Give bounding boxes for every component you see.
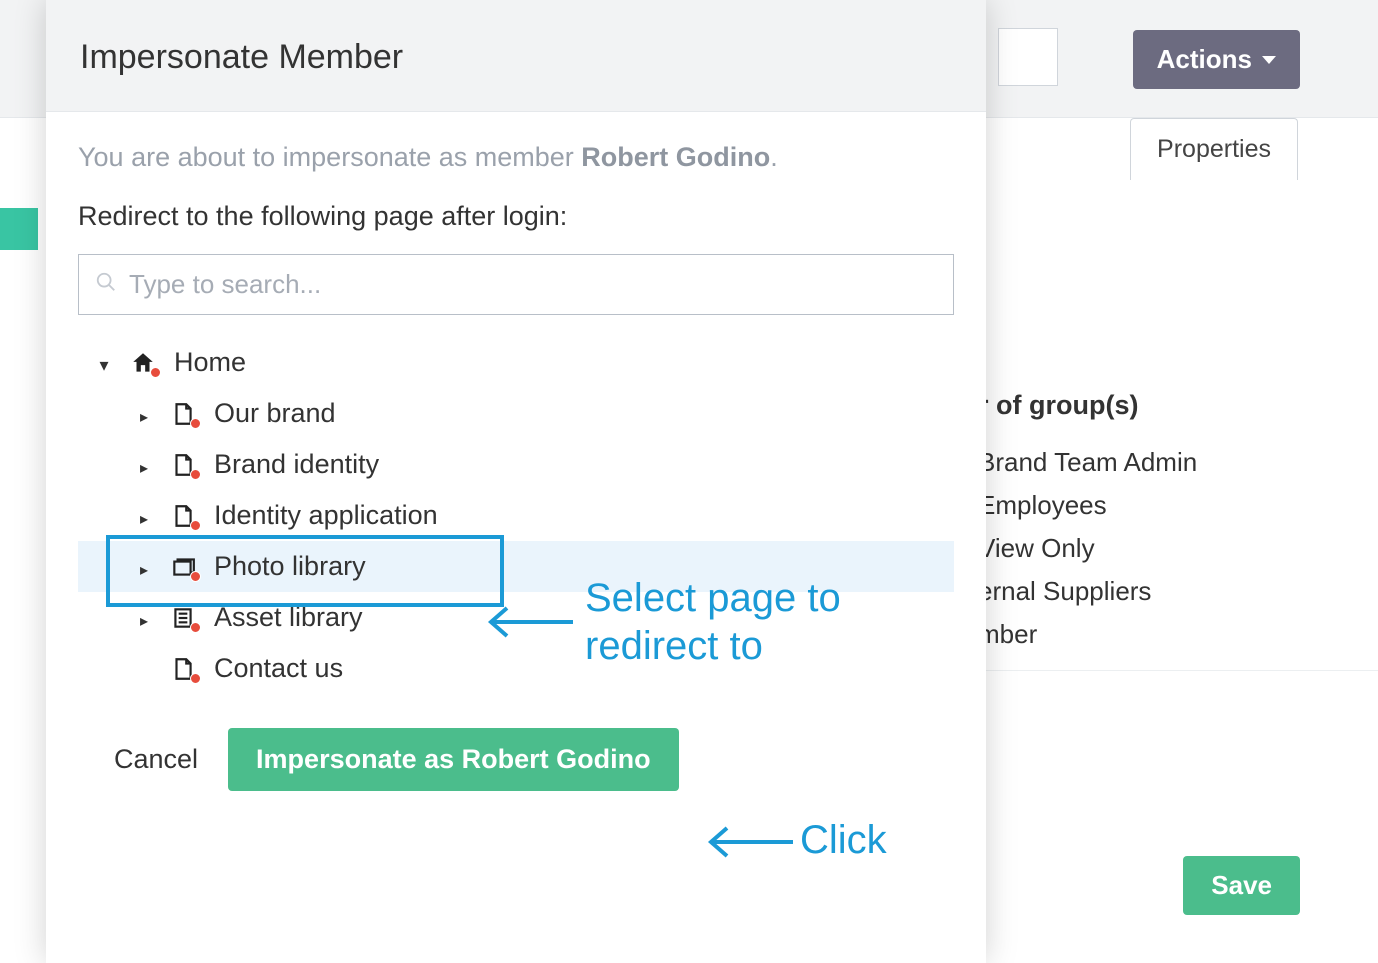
groups-panel: r of group(s) Brand Team Admin Employees… — [978, 390, 1378, 671]
restricted-badge-icon — [150, 367, 161, 378]
redirect-label: Redirect to the following page after log… — [78, 201, 954, 232]
restricted-badge-icon — [190, 622, 201, 633]
tree-node-label: Our brand — [214, 398, 336, 429]
page-icon — [168, 452, 198, 478]
group-item: View Only — [978, 527, 1378, 570]
tree-node-label: Brand identity — [214, 449, 379, 480]
restricted-badge-icon — [190, 571, 201, 582]
tree-node-home[interactable]: Home — [78, 337, 954, 388]
search-input[interactable] — [129, 269, 937, 300]
save-button[interactable]: Save — [1183, 856, 1300, 915]
header-input-fragment — [998, 28, 1058, 86]
group-list: Brand Team Admin Employees View Only ern… — [978, 441, 1378, 671]
arrow-left-icon — [705, 822, 795, 862]
tree-node-label: Home — [174, 347, 246, 378]
modal-footer: Cancel Impersonate as Robert Godino — [78, 708, 954, 791]
save-button-label: Save — [1211, 870, 1272, 900]
asset-library-icon — [168, 605, 198, 631]
intro-text: You are about to impersonate as member R… — [78, 142, 954, 173]
arrow-left-icon — [485, 602, 575, 642]
chevron-down-icon — [1262, 56, 1276, 64]
annotation-select-page: Select page to redirect to — [585, 574, 965, 670]
group-item: Employees — [978, 484, 1378, 527]
search-icon — [95, 271, 117, 298]
group-item: mber — [978, 613, 1378, 656]
restricted-badge-icon — [190, 520, 201, 531]
restricted-badge-icon — [190, 469, 201, 480]
library-icon — [168, 554, 198, 580]
tree-node-identity-application[interactable]: Identity application — [78, 490, 954, 541]
page-icon — [168, 656, 198, 682]
toggle-icon[interactable] — [136, 551, 152, 582]
toggle-icon[interactable] — [136, 602, 152, 633]
tree-node-label: Identity application — [214, 500, 438, 531]
groups-title: r of group(s) — [978, 390, 1378, 421]
actions-button-label: Actions — [1157, 44, 1252, 75]
tree-node-brand-identity[interactable]: Brand identity — [78, 439, 954, 490]
toggle-icon[interactable] — [136, 449, 152, 480]
toggle-icon[interactable] — [96, 347, 112, 378]
sidebar-accent — [0, 208, 38, 250]
tree-node-label: Contact us — [214, 653, 343, 684]
modal-header: Impersonate Member — [46, 0, 986, 112]
home-icon — [128, 350, 158, 376]
search-box[interactable] — [78, 254, 954, 315]
page-icon — [168, 503, 198, 529]
toggle-icon[interactable] — [136, 398, 152, 429]
group-item: ernal Suppliers — [978, 570, 1378, 613]
intro-prefix: You are about to impersonate as member — [78, 142, 581, 172]
intro-suffix: . — [770, 142, 778, 172]
tree-node-our-brand[interactable]: Our brand — [78, 388, 954, 439]
cancel-button[interactable]: Cancel — [114, 744, 198, 775]
toggle-icon[interactable] — [136, 500, 152, 531]
restricted-badge-icon — [190, 418, 201, 429]
page-icon — [168, 401, 198, 427]
tree-node-label: Photo library — [214, 551, 366, 582]
tab-properties[interactable]: Properties — [1130, 118, 1298, 180]
group-item: Brand Team Admin — [978, 441, 1378, 484]
restricted-badge-icon — [190, 673, 201, 684]
tab-properties-label: Properties — [1157, 135, 1271, 163]
tree-node-label: Asset library — [214, 602, 363, 633]
member-name: Robert Godino — [581, 142, 770, 172]
impersonate-button[interactable]: Impersonate as Robert Godino — [228, 728, 679, 791]
annotation-click: Click — [800, 816, 887, 864]
actions-button[interactable]: Actions — [1133, 30, 1300, 89]
modal-title: Impersonate Member — [80, 38, 952, 77]
